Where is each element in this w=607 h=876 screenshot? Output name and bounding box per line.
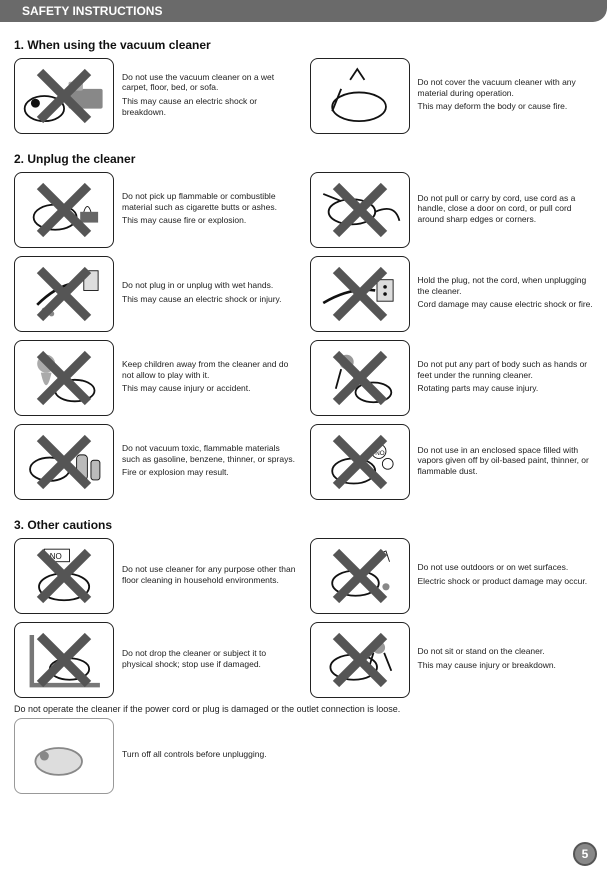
warning-text: Do not pull or carry by cord, use cord a…	[418, 172, 594, 248]
text-line: Keep children away from the cleaner and …	[122, 359, 298, 380]
warning-text: Hold the plug, not the cord, when unplug…	[418, 256, 594, 332]
text-line: This may cause an electric shock or brea…	[122, 96, 298, 117]
warning-text: Do not use the vacuum cleaner on a wet c…	[122, 58, 298, 134]
warning-text: Do not drop the cleaner or subject it to…	[122, 622, 298, 698]
thumb-outdoor	[310, 538, 410, 614]
row: Do not pick up flammable or combustible …	[14, 172, 593, 248]
warning-text: Do not pick up flammable or combustible …	[122, 172, 298, 248]
text-line: This may deform the body or cause fire.	[418, 101, 594, 112]
cell: NO Do not use cleaner for any purpose ot…	[14, 538, 298, 614]
text-line: Rotating parts may cause injury.	[418, 383, 594, 394]
row: NO Do not use cleaner for any purpose ot…	[14, 538, 593, 614]
text-line: Turn off all controls before unplugging.	[122, 749, 298, 760]
row: Turn off all controls before unplugging.	[14, 718, 593, 794]
cell: Do not sit or stand on the cleaner. This…	[310, 622, 594, 698]
row: Do not drop the cleaner or subject it to…	[14, 622, 593, 698]
warning-text: Do not put any part of body such as hand…	[418, 340, 594, 416]
cell: Do not use the vacuum cleaner on a wet c…	[14, 58, 298, 134]
text-line: Do not use outdoors or on wet surfaces.	[418, 562, 594, 573]
text-line: Do not put any part of body such as hand…	[418, 359, 594, 380]
warning-text: Turn off all controls before unplugging.	[122, 718, 298, 794]
content-area: 1. When using the vacuum cleaner Do not …	[0, 22, 607, 794]
thumb-child	[14, 340, 114, 416]
cell: Do not drop the cleaner or subject it to…	[14, 622, 298, 698]
text-line: Do not drop the cleaner or subject it to…	[122, 648, 298, 669]
cell: Hold the plug, not the cord, when unplug…	[310, 256, 594, 332]
text-line: Fire or explosion may result.	[122, 467, 298, 478]
warning-text: Do not use outdoors or on wet surfaces. …	[418, 538, 594, 614]
text-line: Do not use cleaner for any purpose other…	[122, 564, 298, 585]
svg-text:NO: NO	[376, 450, 386, 457]
text-line: Cord damage may cause electric shock or …	[418, 299, 594, 310]
text-line: Do not cover the vacuum cleaner with any…	[418, 77, 594, 98]
header-title: SAFETY INSTRUCTIONS	[22, 4, 162, 18]
text-line: Do not sit or stand on the cleaner.	[418, 646, 594, 657]
row: Do not use the vacuum cleaner on a wet c…	[14, 58, 593, 134]
cell: Do not cover the vacuum cleaner with any…	[310, 58, 594, 134]
text-line: This may cause injury or breakdown.	[418, 660, 594, 671]
text-line: Hold the plug, not the cord, when unplug…	[418, 275, 594, 296]
thumb-single	[14, 718, 114, 794]
thumb-drop	[14, 622, 114, 698]
cell: Do not plug in or unplug with wet hands.…	[14, 256, 298, 332]
text-line: This may cause fire or explosion.	[122, 215, 298, 226]
thumb-fire	[14, 172, 114, 248]
thumb-gas: NO	[310, 424, 410, 500]
text-line: Do not pick up flammable or combustible …	[122, 191, 298, 212]
section-title-2: 2. Unplug the cleaner	[14, 152, 593, 166]
footnote: Do not operate the cleaner if the power …	[14, 704, 593, 714]
cell: Do not put any part of body such as hand…	[310, 340, 594, 416]
thumb-wethand	[14, 256, 114, 332]
thumb-bed	[14, 58, 114, 134]
text-line: Do not pull or carry by cord, use cord a…	[418, 193, 594, 225]
header-bar: SAFETY INSTRUCTIONS	[0, 0, 607, 22]
warning-text: Do not cover the vacuum cleaner with any…	[418, 58, 594, 134]
warning-text: Do not vacuum toxic, flammable materials…	[122, 424, 298, 500]
warning-text: Do not sit or stand on the cleaner. This…	[418, 622, 594, 698]
cell: Turn off all controls before unplugging.	[14, 718, 298, 794]
warning-text: Keep children away from the cleaner and …	[122, 340, 298, 416]
page-number: 5	[582, 847, 589, 861]
cell: NO Do not use in an enclosed space fille…	[310, 424, 594, 500]
cell: Do not pick up flammable or combustible …	[14, 172, 298, 248]
cell: Do not vacuum toxic, flammable materials…	[14, 424, 298, 500]
thumb-spray	[14, 424, 114, 500]
thumb-brush	[310, 58, 410, 134]
svg-text:NO: NO	[50, 552, 62, 561]
thumb-ride	[310, 622, 410, 698]
thumb-outlet	[310, 256, 410, 332]
section-title-3: 3. Other cautions	[14, 518, 593, 532]
page-number-badge: 5	[573, 842, 597, 866]
section-title-1: 1. When using the vacuum cleaner	[14, 38, 593, 52]
cell: Do not pull or carry by cord, use cord a…	[310, 172, 594, 248]
text-line: Do not vacuum toxic, flammable materials…	[122, 443, 298, 464]
thumb-nolabel: NO	[14, 538, 114, 614]
text-line: Do not use in an enclosed space filled w…	[418, 445, 594, 477]
row: Do not vacuum toxic, flammable materials…	[14, 424, 593, 500]
text-line: Do not plug in or unplug with wet hands.	[122, 280, 298, 291]
warning-text: Do not plug in or unplug with wet hands.…	[122, 256, 298, 332]
text-line: Electric shock or product damage may occ…	[418, 576, 594, 587]
warning-text: Do not use cleaner for any purpose other…	[122, 538, 298, 614]
thumb-chase	[310, 340, 410, 416]
text-line: This may cause injury or accident.	[122, 383, 298, 394]
text-line: Do not use the vacuum cleaner on a wet c…	[122, 72, 298, 93]
thumb-cord	[310, 172, 410, 248]
row: Keep children away from the cleaner and …	[14, 340, 593, 416]
cell: Do not use outdoors or on wet surfaces. …	[310, 538, 594, 614]
empty-cell	[310, 718, 594, 794]
text-line: This may cause an electric shock or inju…	[122, 294, 298, 305]
row: Do not plug in or unplug with wet hands.…	[14, 256, 593, 332]
warning-text: Do not use in an enclosed space filled w…	[418, 424, 594, 500]
cell: Keep children away from the cleaner and …	[14, 340, 298, 416]
